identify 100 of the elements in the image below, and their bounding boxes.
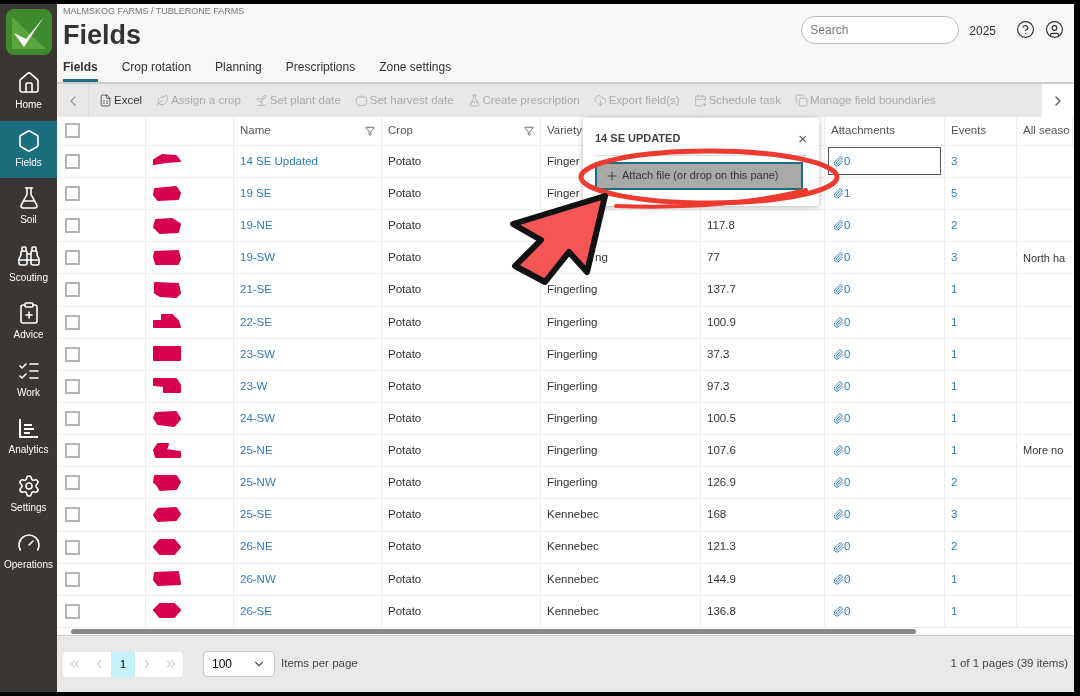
events-link[interactable]: 1 <box>951 602 958 620</box>
help-icon[interactable] <box>1016 20 1035 39</box>
checkbox[interactable] <box>65 153 80 169</box>
filter-icon[interactable] <box>524 125 534 136</box>
attachments-cell[interactable]: 0 <box>828 147 941 176</box>
column-header[interactable]: All seaso <box>1023 122 1070 140</box>
column-header[interactable]: Events <box>951 122 987 140</box>
close-button[interactable]: × <box>798 130 807 146</box>
attachments-cell[interactable]: 0 <box>828 308 941 337</box>
checkbox[interactable] <box>65 186 80 202</box>
column-header[interactable]: Name <box>240 122 271 140</box>
checkbox[interactable] <box>65 443 80 459</box>
field-name-link[interactable]: 24-SW <box>240 409 276 428</box>
field-name-link[interactable]: 22-SE <box>240 313 272 331</box>
tab[interactable]: Prescriptions <box>285 58 356 82</box>
attachments-cell[interactable]: 0 <box>828 372 941 401</box>
field-name-link[interactable]: 19-SW <box>240 249 276 267</box>
field-name-link[interactable]: 19-NE <box>240 217 273 235</box>
attachments-cell[interactable]: 0 <box>828 533 941 562</box>
toolbar-button[interactable]: Excel <box>99 91 143 110</box>
nav-item[interactable]: Operations <box>0 523 57 581</box>
year-label[interactable]: 2025 <box>969 22 996 40</box>
checkbox[interactable] <box>65 539 80 555</box>
nav-item[interactable]: Analytics <box>0 408 57 466</box>
nav-item[interactable]: Scouting <box>0 235 57 293</box>
attachments-cell[interactable]: 0 <box>828 211 941 240</box>
checkbox[interactable] <box>65 123 80 139</box>
checkbox[interactable] <box>65 250 80 266</box>
events-link[interactable]: 1 <box>951 281 958 299</box>
events-link[interactable]: 1 <box>951 442 958 460</box>
nav-item[interactable]: Fields <box>0 120 57 178</box>
crop-cell-text: Potato <box>388 378 422 394</box>
checkbox[interactable] <box>65 218 80 234</box>
checkbox[interactable] <box>65 378 80 394</box>
attachments-cell[interactable]: 0 <box>828 243 941 272</box>
page-button[interactable]: 1 <box>111 651 135 677</box>
field-name-link[interactable]: 19 SE <box>240 184 272 203</box>
tab[interactable]: Zone settings <box>379 58 452 82</box>
attachments-cell[interactable]: 1 <box>828 179 941 208</box>
crop-cell-text: Potato <box>388 475 422 491</box>
events-link[interactable]: 1 <box>951 377 958 396</box>
variety-cell-text: Kennebec <box>547 539 599 555</box>
attachments-cell[interactable]: 0 <box>828 565 941 594</box>
nav-item[interactable]: Advice <box>0 293 57 351</box>
events-link[interactable]: 2 <box>951 217 958 235</box>
first-page-icon[interactable] <box>68 657 82 671</box>
attachments-cell[interactable]: 0 <box>828 597 941 626</box>
chart-icon <box>16 416 41 441</box>
checkbox[interactable] <box>65 571 80 587</box>
field-name-link[interactable]: 25-NW <box>240 474 276 492</box>
events-link[interactable]: 1 <box>951 409 958 428</box>
field-name-link[interactable]: 21-SE <box>240 281 272 299</box>
attachments-cell[interactable]: 0 <box>828 468 941 497</box>
filter-icon[interactable] <box>365 125 375 136</box>
events-link[interactable]: 5 <box>951 184 958 203</box>
checkbox[interactable] <box>65 475 80 491</box>
events-link[interactable]: 1 <box>951 570 958 588</box>
field-name-link[interactable]: 25-SE <box>240 506 272 524</box>
nav-item[interactable]: Settings <box>0 465 57 523</box>
attachments-cell[interactable]: 0 <box>828 276 941 304</box>
checkbox[interactable] <box>65 346 80 362</box>
attachments-cell[interactable]: 0 <box>828 404 941 433</box>
attachments-cell[interactable]: 0 <box>828 436 941 465</box>
attachments-cell[interactable]: 0 <box>828 500 941 529</box>
checkbox[interactable] <box>65 282 80 298</box>
events-link[interactable]: 1 <box>951 313 958 331</box>
checkbox[interactable] <box>65 603 80 619</box>
events-link[interactable]: 2 <box>951 538 958 556</box>
field-name-link[interactable]: 14 SE Updated <box>240 152 318 171</box>
tab[interactable]: Crop rotation <box>121 58 192 82</box>
column-header[interactable]: Variety <box>547 122 582 140</box>
nav-item[interactable]: Soil <box>0 178 57 236</box>
attachments-cell[interactable]: 0 <box>828 340 941 369</box>
user-icon[interactable] <box>1045 20 1064 39</box>
checkbox[interactable] <box>65 507 80 523</box>
field-name-link[interactable]: 26-SE <box>240 602 272 620</box>
events-link[interactable]: 3 <box>951 506 958 524</box>
nav-item[interactable]: Home <box>0 63 57 121</box>
page-size-select[interactable]: 100 <box>203 651 275 677</box>
field-name-link[interactable]: 26-NE <box>240 538 273 556</box>
field-name-link[interactable]: 23-SW <box>240 345 276 363</box>
paperclip-icon <box>833 284 844 296</box>
events-link[interactable]: 2 <box>951 474 958 492</box>
checkbox[interactable] <box>65 411 80 427</box>
field-name-link[interactable]: 25-NE <box>240 442 273 460</box>
horizontal-scrollbar[interactable] <box>71 629 916 634</box>
events-link[interactable]: 1 <box>951 345 958 363</box>
nav-item[interactable]: Work <box>0 350 57 408</box>
checkbox[interactable] <box>65 314 80 330</box>
variety-cell-text: Fingerling <box>547 378 598 394</box>
column-header[interactable]: Attachments <box>831 122 895 140</box>
field-name-link[interactable]: 26-NW <box>240 570 276 588</box>
attach-file-button[interactable]: Attach file (or drop on this pane) <box>595 161 803 190</box>
column-header[interactable]: Crop <box>388 122 413 140</box>
tab[interactable]: Planning <box>215 58 262 82</box>
field-name-link[interactable]: 23-W <box>240 377 268 396</box>
events-link[interactable]: 3 <box>951 249 958 267</box>
events-link[interactable]: 3 <box>951 152 958 171</box>
search-field[interactable]: Search <box>801 16 960 44</box>
last-page-icon[interactable] <box>164 657 178 671</box>
